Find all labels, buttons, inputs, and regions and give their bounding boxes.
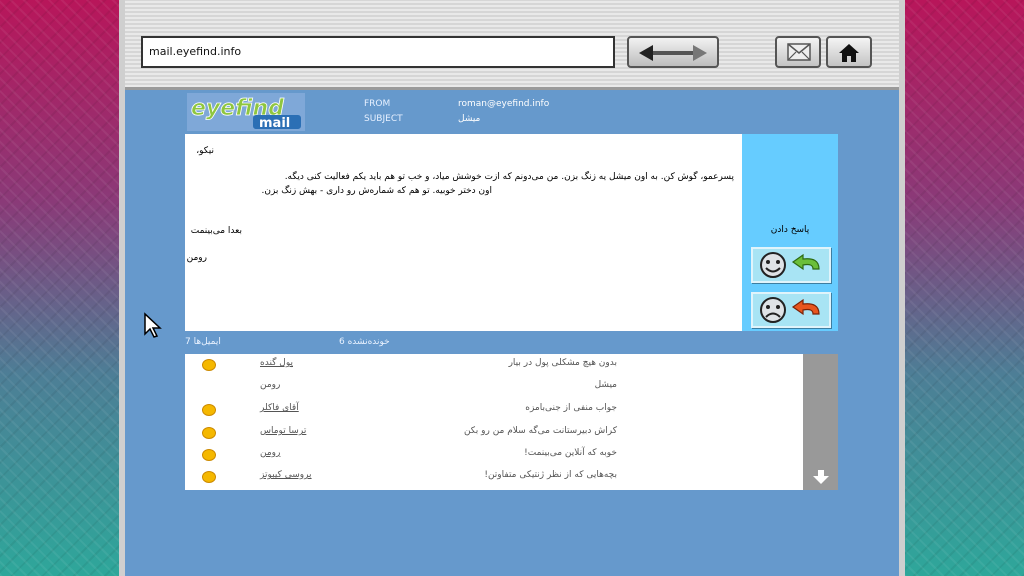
eyefind-mail-logo: eyefind mail [187, 93, 305, 131]
inbox-list: پول گنده بدون هیچ مشکلی پول در بیار رومن… [185, 354, 803, 490]
inbox-subject: جواب منفی از جنی‌بامزه [525, 403, 617, 413]
unread-dot-icon [202, 449, 216, 461]
inbox-subject: میشل [594, 380, 617, 390]
message-body: نیکو، پسرعمو، گوش کن. به اون میشل یه زنگ… [185, 134, 742, 331]
unread-dot-icon [202, 404, 216, 416]
svg-text:mail: mail [259, 116, 290, 131]
inbox-row[interactable]: بروسی کیبوتز بچه‌هایی که از نظر ژنتیکی م… [185, 466, 803, 488]
inbox-scrollbar[interactable] [803, 354, 838, 490]
positive-reply-button[interactable] [751, 247, 831, 283]
from-label: FROM [364, 99, 391, 109]
unread-dot-icon [202, 471, 216, 483]
unread-dot-icon [202, 359, 216, 371]
inbox-row[interactable]: رومن خوبه که آنلاین می‌بینمت! [185, 444, 803, 466]
negative-reply-button[interactable] [751, 292, 831, 328]
browser-window: mail.eyefind.info eyefind mail FROM roma… [119, 0, 905, 576]
frowny-reply-icon [760, 297, 820, 323]
inbox-subject: بچه‌هایی که از نظر ژنتیکی متفاوتن! [484, 470, 617, 480]
from-value: roman@eyefind.info [458, 99, 550, 109]
home-button[interactable] [826, 36, 872, 68]
mail-button[interactable] [775, 36, 821, 68]
mail-envelope-icon [787, 43, 811, 61]
scroll-down-arrow-icon[interactable] [813, 470, 829, 484]
signature: رومن [186, 253, 207, 263]
message-line-2: اون دختر خوبیه. تو هم که شماره‌ش رو داری… [261, 186, 492, 196]
mouse-cursor-icon [144, 312, 162, 338]
home-icon [839, 44, 859, 62]
unread-count: خونده‌نشده 6 [339, 337, 390, 347]
browser-toolbar: mail.eyefind.info [125, 0, 899, 90]
signoff: بعدا می‌بینمت [190, 226, 242, 236]
smiley-reply-icon [760, 252, 820, 278]
inbox-row[interactable]: پول گنده بدون هیچ مشکلی پول در بیار [185, 354, 803, 376]
inbox-row[interactable]: آقای فاکلر جواب منفی از جنی‌بامزه [185, 399, 803, 421]
inbox-sender[interactable]: بروسی کیبوتز [260, 470, 312, 480]
inbox-subject: خوبه که آنلاین می‌بینمت! [524, 448, 617, 458]
reply-panel: پاسخ دادن [742, 134, 838, 331]
inbox-sender[interactable]: رومن [260, 380, 280, 390]
address-bar[interactable]: mail.eyefind.info [141, 36, 615, 68]
subject-label: SUBJECT [364, 114, 403, 124]
inbox-sender[interactable]: ترسا توماس [260, 426, 306, 436]
inbox-sender[interactable]: آقای فاکلر [260, 403, 299, 413]
subject-value: میشل [458, 114, 481, 124]
inbox-subject: کراش دبیرستانت می‌گه سلام من رو بکن [463, 426, 617, 436]
inbox-sender[interactable]: رومن [260, 448, 280, 458]
inbox-row[interactable]: ترسا توماس کراش دبیرستانت می‌گه سلام من … [185, 422, 803, 444]
message-line-1: پسرعمو، گوش کن. به اون میشل یه زنگ بزن. … [284, 172, 734, 182]
inbox-subject: بدون هیچ مشکلی پول در بیار [508, 358, 617, 368]
inbox-row[interactable]: رومن میشل [185, 376, 803, 398]
unread-dot-icon [202, 427, 216, 439]
email-count: ایمیل‌ها 7 [185, 337, 221, 347]
greeting: نیکو، [196, 146, 214, 156]
back-forward-arrows-icon [639, 45, 707, 61]
back-forward-button[interactable] [627, 36, 719, 68]
inbox-sender[interactable]: پول گنده [260, 358, 293, 368]
reply-label: پاسخ دادن [770, 225, 810, 235]
